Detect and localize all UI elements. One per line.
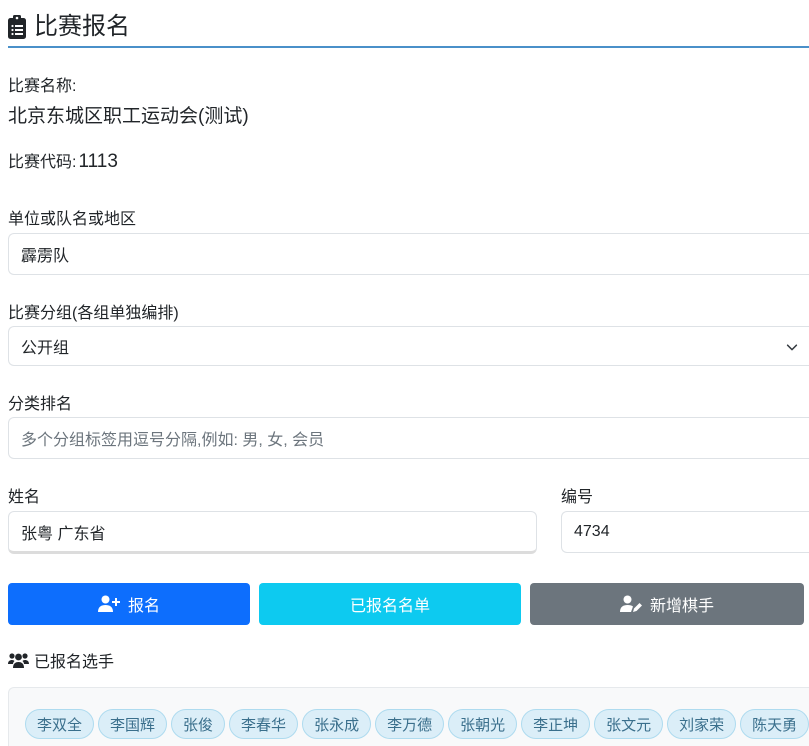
registered-list-button[interactable]: 已报名名单 (259, 583, 521, 625)
group-select-value: 公开组 (21, 340, 70, 357)
add-player-button[interactable]: 新增棋手 (530, 583, 804, 625)
player-chip[interactable]: 张朝光 (448, 709, 518, 739)
player-name-value: 张粤 广东省 (21, 525, 106, 543)
competition-code-value: 1113 (78, 151, 118, 172)
player-name-label: 姓名 (8, 489, 41, 506)
add-player-button-label: 新增棋手 (649, 598, 714, 615)
player-chip[interactable]: 张俊 (171, 709, 226, 739)
registered-players-panel: 李双全 李国辉 张俊 李春华 张永成 李万德 张朝光 李正坤 张文元 刘家荣 陈… (8, 687, 809, 746)
user-plus-icon (97, 595, 120, 612)
player-chip[interactable]: 李正坤 (521, 709, 591, 739)
player-chip[interactable]: 张永成 (302, 709, 372, 739)
player-name-input[interactable]: 张粤 广东省 (8, 511, 537, 554)
competition-name-value: 北京东城区职工运动会(测试) (8, 106, 249, 127)
register-button-label: 报名 (127, 598, 160, 615)
competition-code-label: 比赛代码: (8, 154, 77, 171)
player-chip[interactable]: 李万德 (375, 709, 445, 739)
player-number-label: 编号 (561, 489, 594, 506)
player-chip[interactable]: 张文元 (594, 709, 664, 739)
group-select[interactable]: 公开组 (8, 326, 809, 366)
registered-list-button-label: 已报名名单 (349, 598, 430, 615)
player-chip[interactable]: 刘家荣 (667, 709, 737, 739)
chevron-down-icon (786, 344, 798, 351)
player-chip[interactable]: 李双全 (25, 709, 95, 739)
register-button[interactable]: 报名 (8, 583, 250, 625)
team-input[interactable]: 霹雳队 (8, 233, 809, 275)
player-number-value: 4734 (574, 523, 610, 540)
category-label: 分类排名 (8, 396, 73, 413)
registered-players-title: 已报名选手 (34, 654, 115, 671)
player-chip[interactable]: 李国辉 (98, 709, 168, 739)
clipboard-icon (8, 15, 26, 39)
player-chip-list: 李双全 李国辉 张俊 李春华 张永成 李万德 张朝光 李正坤 张文元 刘家荣 陈… (25, 709, 809, 739)
category-input[interactable]: 多个分组标签用逗号分隔,例如: 男, 女, 会员 (8, 417, 809, 459)
player-number-input[interactable]: 4734 (561, 511, 809, 553)
category-placeholder: 多个分组标签用逗号分隔,例如: 男, 女, 会员 (21, 432, 325, 449)
registered-players-heading: 已报名选手 (8, 648, 114, 672)
player-chip[interactable]: 李春华 (229, 709, 299, 739)
competition-name-label: 比赛名称: (8, 78, 77, 95)
team-label: 单位或队名或地区 (8, 211, 137, 228)
player-chip[interactable]: 陈天勇 (740, 709, 809, 739)
page-header: 比赛报名 (8, 6, 809, 48)
users-icon (8, 653, 29, 668)
user-edit-icon (619, 595, 642, 612)
page-title: 比赛报名 (34, 13, 130, 40)
team-input-value: 霹雳队 (21, 248, 70, 265)
competition-code: 比赛代码: 1113 (8, 148, 118, 173)
group-label: 比赛分组(各组单独编排) (8, 305, 179, 322)
